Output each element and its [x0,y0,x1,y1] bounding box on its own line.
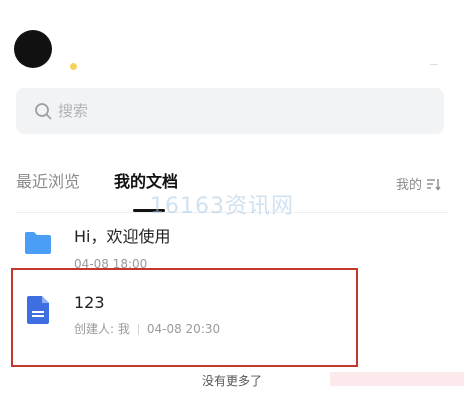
sort-button[interactable]: 我的 [396,174,442,193]
folder-icon [25,232,51,254]
sort-label: 我的 [395,178,422,193]
more-icon[interactable] [430,58,438,65]
watermark: 16163资讯网 [150,194,294,219]
file-title[interactable]: Hi，欢迎使用 [74,226,170,248]
highlight-box [11,268,358,367]
search-icon [35,103,52,120]
tab-recent[interactable]: 最近浏览 [16,171,80,193]
sort-list-icon [427,178,441,191]
search-input[interactable]: 搜索 [58,100,88,122]
end-of-list-text: 没有更多了 [201,374,262,388]
avatar[interactable] [14,30,52,68]
status-dot [70,63,77,70]
search-bar[interactable]: 搜索 [16,88,444,134]
